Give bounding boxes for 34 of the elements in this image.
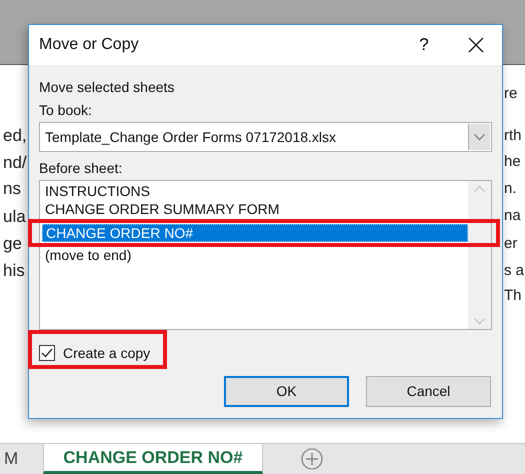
sheet-tab[interactable]: M	[0, 444, 43, 474]
cell-text: ed,	[3, 125, 27, 148]
create-copy-label[interactable]: Create a copy	[63, 342, 150, 364]
add-sheet-icon[interactable]	[301, 448, 323, 470]
cell-text: s a	[504, 260, 525, 281]
cell-text: nd/	[3, 152, 27, 174]
chevron-down-icon	[474, 134, 485, 140]
before-sheet-label: Before sheet:	[39, 159, 124, 178]
cell-text: Th	[504, 286, 523, 306]
checkbox[interactable]	[39, 345, 55, 361]
cell-text: rth	[504, 126, 523, 146]
dialog-button[interactable]: OK	[224, 376, 349, 407]
sheet-list-item[interactable]: INSTRUCTIONS	[42, 183, 468, 201]
cell-text: his	[3, 260, 25, 282]
close-icon[interactable]	[468, 37, 484, 53]
cell-text: ns	[3, 178, 21, 200]
cell-text: he	[504, 152, 522, 172]
checkmark-icon	[41, 348, 53, 358]
sheet-list-item[interactable]: CHANGE ORDER NO#	[42, 224, 468, 242]
sheet-list-item[interactable]: CHANGE ORDER SUMMARY FORM	[42, 201, 468, 219]
cell-text: na	[504, 206, 522, 226]
cell-text: er	[504, 234, 518, 254]
sheet-tab[interactable]: CHANGE ORDER NO#	[43, 444, 263, 474]
intro-text: Move selected sheets	[39, 78, 176, 97]
book-dropdown[interactable]: Template_Change Order Forms 07172018.xlsx	[39, 122, 492, 152]
cell-text: n.	[504, 178, 518, 199]
cell-text: ula	[3, 206, 26, 228]
cell-text: ge	[3, 233, 22, 256]
cell-text: re	[504, 84, 518, 104]
dialog-button[interactable]: Cancel	[366, 376, 491, 407]
to-book-label: To book:	[39, 101, 93, 120]
sheet-list-item[interactable]: (move to end)	[42, 247, 468, 265]
help-button[interactable]: ?	[412, 32, 436, 58]
window-title: Move or Copy	[39, 35, 140, 55]
